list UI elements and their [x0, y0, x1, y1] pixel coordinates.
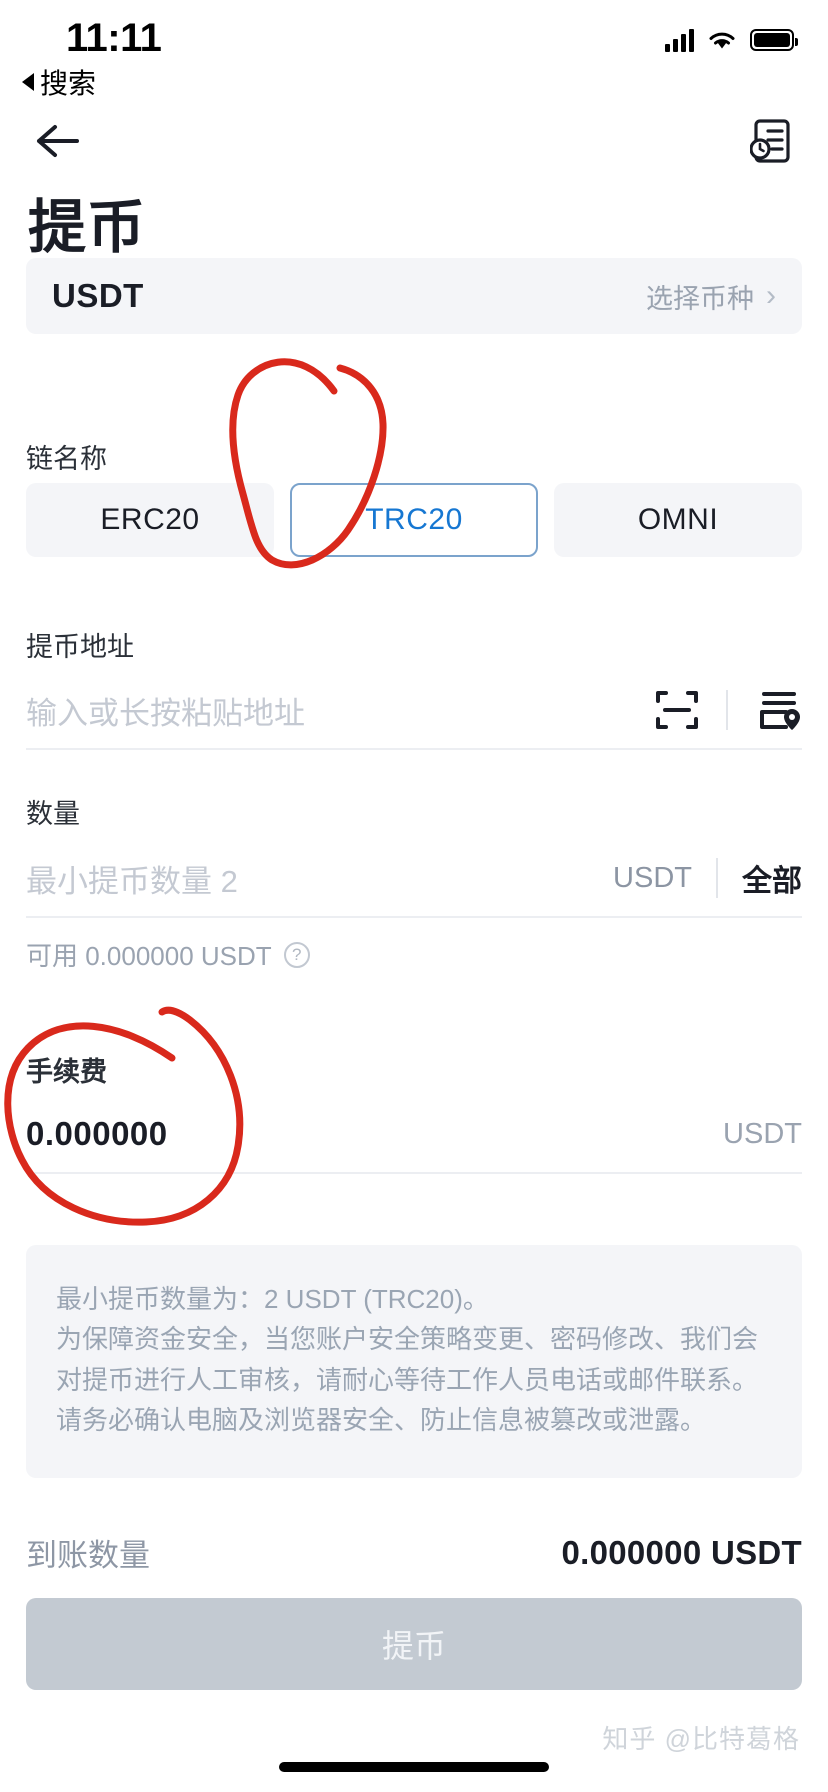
receive-amount-value: 0.000000 USDT	[561, 1533, 802, 1571]
amount-input[interactable]: 最小提币数量 2	[26, 856, 238, 901]
amount-label: 数量	[26, 799, 80, 829]
amount-actions: USDT 全部	[613, 856, 802, 900]
amount-unit-label: USDT	[613, 861, 692, 894]
address-label: 提币地址	[26, 632, 134, 662]
divider	[726, 690, 728, 730]
notice-box: 最小提币数量为：2 USDT (TRC20)。 为保障资金安全，当您账户安全策略…	[26, 1245, 802, 1479]
divider	[716, 858, 718, 898]
available-balance: 可用 0.000000 USDT ?	[26, 936, 310, 973]
cellular-bars-icon	[665, 28, 694, 52]
back-button[interactable]	[22, 106, 92, 176]
available-balance-text: 可用 0.000000 USDT	[26, 941, 272, 971]
triangle-left-icon	[22, 73, 34, 91]
question-mark-icon[interactable]: ?	[283, 941, 310, 968]
submit-withdraw-button[interactable]: 提币	[26, 1598, 802, 1690]
watermark: 知乎 @比特葛格	[602, 1724, 800, 1754]
status-bar-time: 11:11	[66, 16, 162, 60]
status-bar-indicators	[665, 28, 798, 52]
status-bar-back-to-search[interactable]: 搜索	[22, 62, 96, 102]
coin-selector-action-label: 选择币种	[646, 283, 754, 314]
notice-line-1: 最小提币数量为：2 USDT (TRC20)。	[56, 1284, 489, 1314]
chevron-right-icon: ›	[766, 279, 776, 312]
fee-unit-label: USDT	[723, 1117, 802, 1150]
withdraw-record-icon	[750, 119, 790, 163]
navigation-bar	[0, 98, 828, 184]
chain-tab-omni[interactable]: OMNI	[554, 483, 802, 557]
page-title: 提币	[28, 195, 147, 260]
receive-amount-row: 到账数量 0.000000 USDT	[26, 1530, 802, 1575]
status-bar: 11:11 搜索	[0, 0, 828, 99]
withdraw-screen: 11:11 搜索 提币 USDT 选择币种 › 链名称 ERC20 TRC20 …	[0, 0, 828, 1792]
withdraw-record-button[interactable]	[736, 106, 806, 176]
address-actions	[654, 687, 802, 733]
wifi-icon	[709, 32, 735, 49]
qr-scan-icon[interactable]	[654, 687, 700, 733]
address-book-icon[interactable]	[754, 687, 802, 733]
chain-tab-erc20[interactable]: ERC20	[26, 483, 274, 557]
arrow-left-icon	[37, 125, 79, 157]
chain-tabs: ERC20 TRC20 OMNI	[26, 483, 802, 557]
notice-line-3: 请务必确认电脑及浏览器安全、防止信息被篡改或泄露。	[56, 1404, 707, 1435]
notice-line-2: 为保障资金安全，当您账户安全策略变更、密码修改、我们会对提币进行人工审核，请耐心…	[56, 1324, 759, 1395]
battery-full-icon	[750, 29, 798, 51]
address-field-row: 输入或长按粘贴地址	[26, 672, 802, 750]
address-input[interactable]: 输入或长按粘贴地址	[26, 688, 305, 733]
status-bar-back-label: 搜索	[40, 68, 97, 99]
fee-label: 手续费	[26, 1057, 107, 1087]
receive-amount-label: 到账数量	[26, 1538, 150, 1573]
amount-max-button[interactable]: 全部	[742, 856, 802, 900]
coin-selector[interactable]: USDT 选择币种 ›	[26, 258, 802, 334]
chain-tab-trc20[interactable]: TRC20	[290, 483, 538, 557]
coin-selector-action: 选择币种 ›	[646, 277, 776, 316]
fee-value: 0.000000	[26, 1115, 168, 1152]
amount-field-row: 最小提币数量 2 USDT 全部	[26, 840, 802, 918]
fee-row: 0.000000 USDT	[26, 1096, 802, 1174]
home-indicator	[279, 1762, 549, 1772]
chain-name-label: 链名称	[26, 444, 107, 474]
selected-coin-label: USDT	[52, 277, 144, 314]
